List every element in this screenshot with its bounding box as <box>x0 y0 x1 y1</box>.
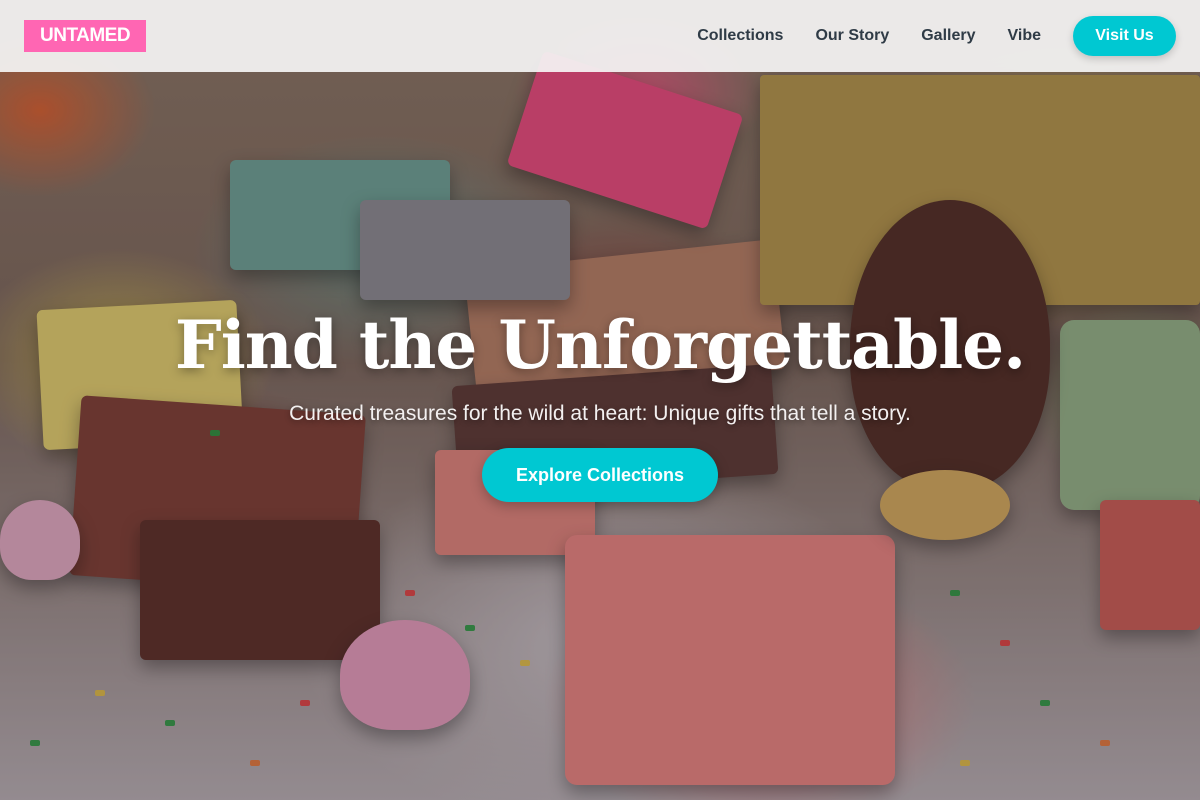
landing-page: UNTAMED Collections Our Story Gallery Vi… <box>0 0 1200 800</box>
nav-link-our-story[interactable]: Our Story <box>815 27 889 45</box>
site-header: UNTAMED Collections Our Story Gallery Vi… <box>0 0 1200 72</box>
hero-subtitle: Curated treasures for the wild at heart:… <box>289 402 911 425</box>
nav-link-gallery[interactable]: Gallery <box>921 27 975 45</box>
main-nav: Collections Our Story Gallery Vibe Visit… <box>697 16 1176 56</box>
visit-us-button[interactable]: Visit Us <box>1073 16 1176 56</box>
nav-link-vibe[interactable]: Vibe <box>1008 27 1042 45</box>
nav-link-collections[interactable]: Collections <box>697 27 783 45</box>
hero-section: Find the Unforgettable. Curated treasure… <box>0 300 1200 502</box>
brand-logo[interactable]: UNTAMED <box>24 20 147 52</box>
hero-title: Find the Unforgettable. <box>174 306 1026 384</box>
explore-collections-button[interactable]: Explore Collections <box>482 448 718 502</box>
